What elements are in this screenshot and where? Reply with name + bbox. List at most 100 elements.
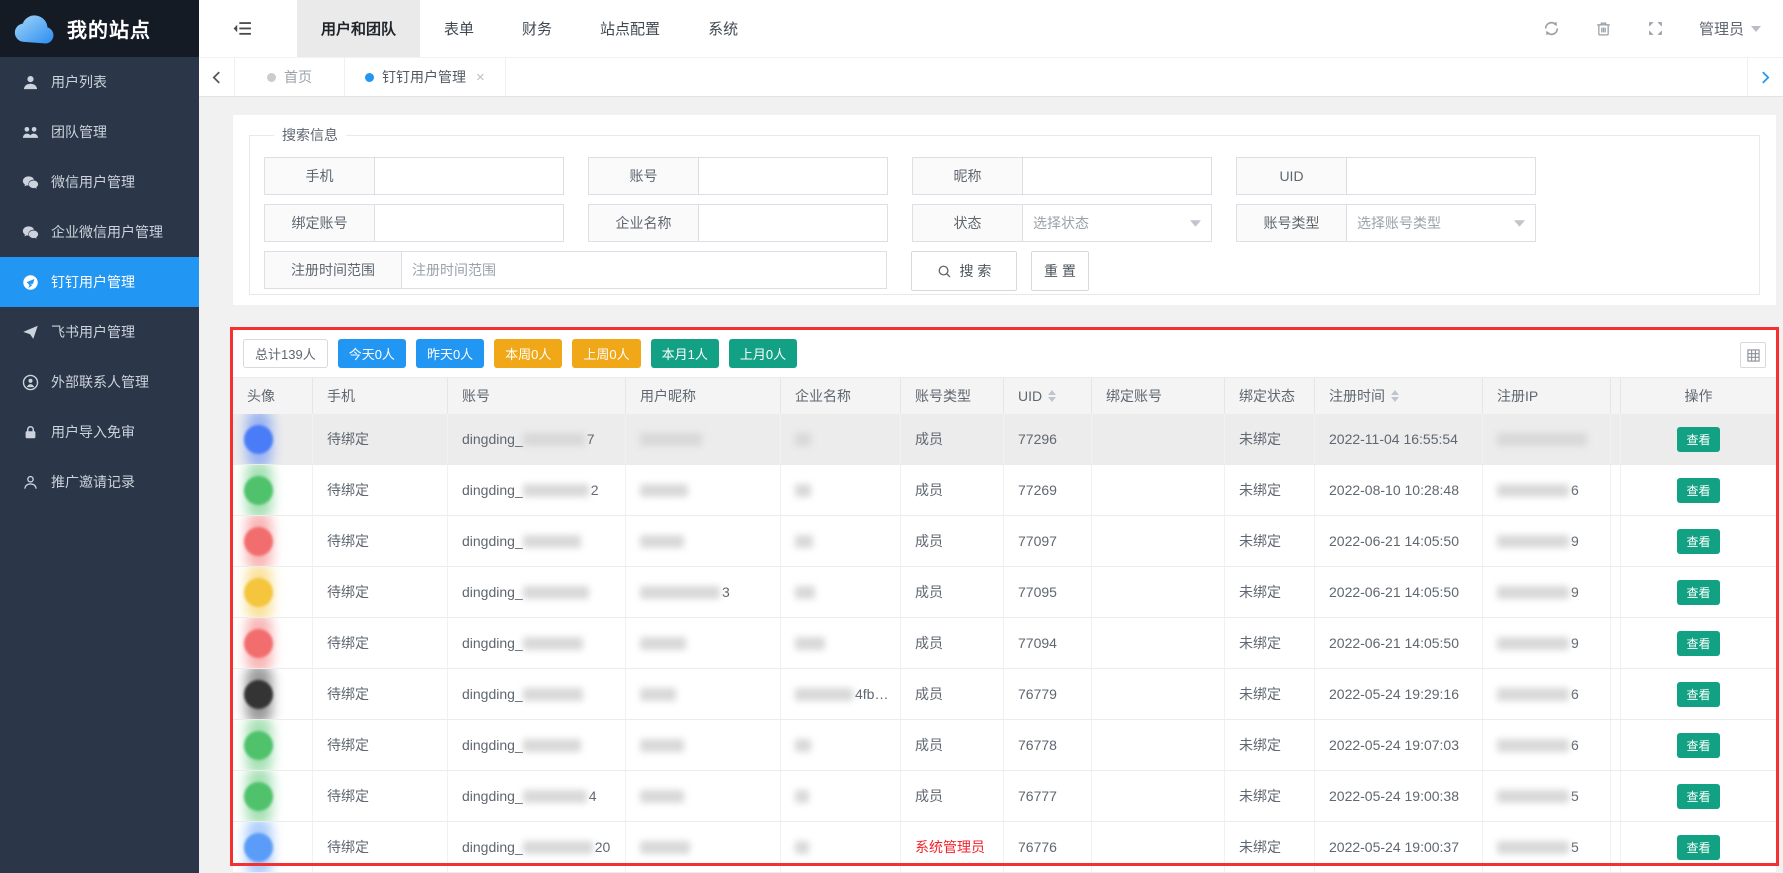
account-cell: dingding_ <box>462 686 523 702</box>
sidebar-item-7[interactable]: 用户导入免审 <box>0 407 199 457</box>
trash-icon[interactable] <box>1595 20 1612 37</box>
sidebar-item-5[interactable]: 飞书用户管理 <box>0 307 199 357</box>
redacted-text <box>795 688 853 701</box>
input-UID[interactable] <box>1346 157 1536 195</box>
close-icon[interactable]: × <box>476 69 485 86</box>
select-账号类型[interactable]: 选择账号类型 <box>1346 204 1536 242</box>
column-header-9[interactable]: 注册时间 <box>1315 378 1483 414</box>
avatar <box>241 414 281 464</box>
stat-badge-5[interactable]: 本月1人 <box>651 339 719 368</box>
column-header-8: 绑定状态 <box>1225 378 1315 414</box>
redacted-text <box>1497 535 1569 548</box>
view-button[interactable]: 查看 <box>1677 529 1719 554</box>
stat-badge-4[interactable]: 上周0人 <box>572 339 640 368</box>
top-tab-3[interactable]: 站点配置 <box>576 0 684 57</box>
search-button[interactable]: 搜 索 <box>911 251 1017 291</box>
stat-badge-2[interactable]: 昨天0人 <box>416 339 484 368</box>
top-tab-2[interactable]: 财务 <box>498 0 576 57</box>
table-row-1: 待绑定dingding_2成员77269未绑定2022-08-10 10:28:… <box>233 465 1776 516</box>
phone-cell: 待绑定 <box>327 480 369 500</box>
column-header-6[interactable]: UID <box>1004 378 1092 414</box>
reg-time-cell: 2022-06-21 14:05:50 <box>1329 635 1459 651</box>
top-bar: 用户和团队表单财务站点配置系统 管理员 <box>199 0 1783 57</box>
sidebar-item-3[interactable]: 企业微信用户管理 <box>0 207 199 257</box>
user-menu[interactable]: 管理员 <box>1699 18 1761 39</box>
redacted-text <box>523 688 583 701</box>
fullscreen-icon[interactable] <box>1647 20 1664 37</box>
sidebar-item-1[interactable]: 团队管理 <box>0 107 199 157</box>
sidebar-item-label: 企业微信用户管理 <box>51 222 163 242</box>
field-label: 手机 <box>264 157 374 195</box>
search-fieldset: 搜索信息 手机账号昵称UID绑定账号企业名称状态选择状态账号类型选择账号类型注册… <box>249 125 1760 295</box>
page-tab-1[interactable]: 钉钉用户管理× <box>345 58 506 96</box>
sidebar-item-2[interactable]: 微信用户管理 <box>0 157 199 207</box>
input-绑定账号[interactable] <box>374 204 564 242</box>
redacted-text <box>640 841 690 854</box>
view-button[interactable]: 查看 <box>1677 478 1719 503</box>
view-button[interactable]: 查看 <box>1677 784 1719 809</box>
date-range-input[interactable]: 注册时间范围 <box>401 251 887 289</box>
sidebar-item-0[interactable]: 用户列表 <box>0 57 199 107</box>
cloud-icon <box>13 14 57 44</box>
top-tab-1[interactable]: 表单 <box>420 0 498 57</box>
feishu-icon <box>22 324 39 341</box>
view-button[interactable]: 查看 <box>1677 427 1719 452</box>
page-tab-0[interactable]: 首页 <box>235 58 345 96</box>
sort-icon[interactable] <box>1391 390 1399 402</box>
stat-badge-1[interactable]: 今天0人 <box>338 339 406 368</box>
uid-cell: 76779 <box>1018 686 1057 702</box>
input-昵称[interactable] <box>1022 157 1212 195</box>
sidebar-item-6[interactable]: 外部联系人管理 <box>0 357 199 407</box>
column-header-4: 企业名称 <box>781 378 901 414</box>
top-tab-0[interactable]: 用户和团队 <box>297 0 420 57</box>
column-label: 手机 <box>327 386 355 406</box>
search-field-0-2: 昵称 <box>912 157 1212 195</box>
input-手机[interactable] <box>374 157 564 195</box>
column-label: 绑定状态 <box>1239 386 1295 406</box>
brand: 我的站点 <box>0 0 199 57</box>
view-button[interactable]: 查看 <box>1677 631 1719 656</box>
stat-badge-6[interactable]: 上月0人 <box>729 339 797 368</box>
stat-badge-0[interactable]: 总计139人 <box>243 339 328 368</box>
top-tab-4[interactable]: 系统 <box>684 0 762 57</box>
avatar <box>241 516 281 566</box>
input-账号[interactable] <box>698 157 888 195</box>
reg-time-cell: 2022-05-24 19:29:16 <box>1329 686 1459 702</box>
chevron-right-icon[interactable] <box>1747 58 1783 96</box>
field-label: 状态 <box>912 204 1022 242</box>
collapse-menu-icon[interactable] <box>217 20 267 37</box>
input-企业名称[interactable] <box>698 204 888 242</box>
redacted-text <box>795 790 809 803</box>
view-button[interactable]: 查看 <box>1677 835 1719 860</box>
select-状态[interactable]: 选择状态 <box>1022 204 1212 242</box>
column-header-3: 用户昵称 <box>626 378 781 414</box>
sidebar-item-label: 外部联系人管理 <box>51 372 149 392</box>
view-button[interactable]: 查看 <box>1677 580 1719 605</box>
search-field-1-0: 绑定账号 <box>264 204 564 242</box>
table-row-7: 待绑定dingding_4成员76777未绑定2022-05-24 19:00:… <box>233 771 1776 822</box>
field-label: 账号 <box>588 157 698 195</box>
bind-status-cell: 未绑定 <box>1239 531 1281 551</box>
uid-cell: 76778 <box>1018 737 1057 753</box>
phone-cell: 待绑定 <box>327 684 369 704</box>
phone-cell: 待绑定 <box>327 582 369 602</box>
bind-status-cell: 未绑定 <box>1239 429 1281 449</box>
reset-button[interactable]: 重 置 <box>1031 251 1089 291</box>
account-type-cell: 成员 <box>915 480 943 500</box>
field-label: UID <box>1236 157 1346 195</box>
view-button[interactable]: 查看 <box>1677 733 1719 758</box>
sidebar-item-4[interactable]: 钉钉用户管理 <box>0 257 199 307</box>
stat-badge-3[interactable]: 本周0人 <box>494 339 562 368</box>
redacted-text <box>640 790 684 803</box>
sidebar-item-8[interactable]: 推广邀请记录 <box>0 457 199 507</box>
sort-icon[interactable] <box>1048 390 1056 402</box>
reg-time-cell: 2022-06-21 14:05:50 <box>1329 584 1459 600</box>
top-nav-tabs: 用户和团队表单财务站点配置系统 <box>297 0 762 57</box>
redacted-text <box>523 841 593 854</box>
table-row-4: 待绑定dingding_成员77094未绑定2022-06-21 14:05:5… <box>233 618 1776 669</box>
refresh-icon[interactable] <box>1543 20 1560 37</box>
view-button[interactable]: 查看 <box>1677 682 1719 707</box>
bind-status-cell: 未绑定 <box>1239 735 1281 755</box>
chevron-left-icon[interactable] <box>199 58 235 96</box>
grid-icon[interactable] <box>1740 342 1766 368</box>
